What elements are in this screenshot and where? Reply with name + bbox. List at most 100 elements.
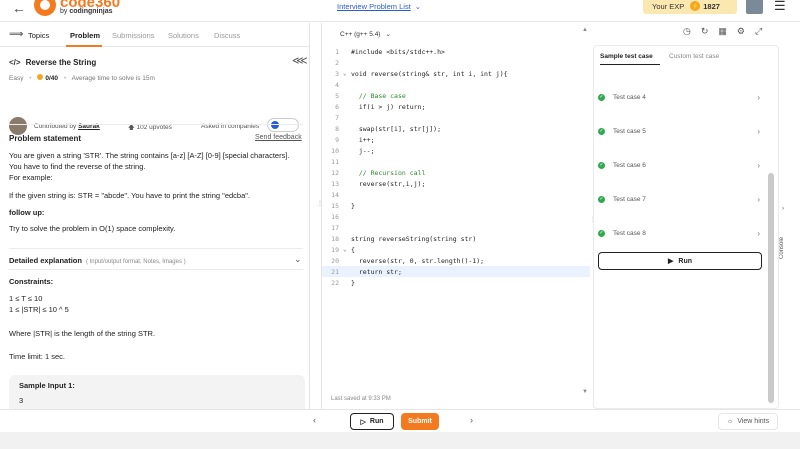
code-line[interactable]: 3 ⌄ void reverse(string& str, int i, int j… [322, 68, 590, 79]
code-text: return str; [351, 267, 402, 276]
check-icon: ✓ [598, 127, 605, 135]
submit-button[interactable]: Submit [401, 413, 439, 430]
tab-sample-test-case[interactable]: Sample test case [600, 53, 653, 60]
time-limit: Time limit: 1 sec. [9, 352, 65, 361]
play-outline-icon: ▷ [360, 418, 366, 426]
tab-topics[interactable]: Topics [28, 31, 49, 40]
code-line[interactable]: 2 [322, 57, 590, 68]
test-case-item[interactable]: ✓ Test case 5 › [598, 124, 760, 138]
code-line[interactable]: 4 [322, 79, 590, 90]
line-number: 11 [331, 157, 339, 166]
code-line[interactable]: 20 reverse(str, 0, str.length()-1); [322, 255, 590, 266]
interview-problem-list-link[interactable]: Interview Problem List ⌄ [337, 2, 421, 11]
line-number: 10 [331, 146, 339, 155]
back-arrow-icon[interactable]: ← [12, 0, 26, 16]
share-icon[interactable]: ⋘ [292, 54, 308, 67]
test-case-item[interactable]: ✓ Test case 7 › [598, 192, 760, 206]
company-logo-icon[interactable] [267, 118, 299, 132]
line-number: 9 [335, 135, 339, 144]
code-line[interactable]: 15} [322, 200, 590, 211]
tab-submissions[interactable]: Submissions [112, 31, 155, 40]
for-example-label: For example: [9, 173, 53, 182]
language-select[interactable]: C++ (g++ 5.4) ⌄ [334, 28, 397, 40]
test-case-item[interactable]: ✓ Test case 8 › [598, 226, 760, 240]
code-line[interactable]: 7 [322, 112, 590, 123]
prev-problem-icon[interactable]: ‹ [313, 415, 316, 425]
test-case-label: Test case 7 [613, 195, 646, 203]
code-text: j--; [351, 146, 375, 155]
coin-icon [37, 74, 44, 80]
code-line[interactable]: 12 // Recursion call [322, 167, 590, 178]
constraint-2: 1 ≤ |STR| ≤ 10 ^ 5 [9, 305, 69, 314]
send-feedback-link[interactable]: Send feedback [255, 134, 302, 141]
code-line[interactable]: 6 if(i > j) return; [322, 101, 590, 112]
code-text: if(i > j) return; [351, 102, 426, 111]
run-code-button[interactable]: ▷ Run [350, 413, 394, 430]
right-scrollbar[interactable] [767, 65, 774, 405]
code-line[interactable]: 10 j--; [322, 145, 590, 156]
code-line[interactable]: 13 reverse(str,i,j); [322, 178, 590, 189]
problem-meta: Easy • 0/40 • Average time to solve is 1… [9, 74, 155, 82]
fold-marker[interactable]: ⌄ [343, 70, 351, 77]
topics-arrow-icon[interactable]: ⟹ [9, 29, 23, 40]
scroll-down-icon[interactable]: ▼ [582, 389, 588, 395]
settings-icon[interactable]: ⚙ [737, 26, 755, 36]
reset-icon[interactable]: ↻ [701, 26, 719, 36]
chevron-left-icon[interactable]: › [782, 206, 784, 212]
hamburger-menu-icon[interactable]: ☰ [774, 0, 786, 14]
timer-icon[interactable]: ◷ [683, 26, 701, 36]
chevron-right-icon: › [757, 160, 760, 170]
code-line[interactable]: 5 // Base case [322, 90, 590, 101]
lightbulb-icon: ☼ [726, 418, 734, 425]
tab-solutions[interactable]: Solutions [168, 31, 199, 40]
check-icon: ✓ [598, 195, 605, 203]
chevron-down-icon[interactable]: ⌄ [294, 254, 302, 265]
code-line[interactable]: 19 ⌄{ [322, 244, 590, 255]
user-avatar[interactable] [746, 0, 763, 14]
tab-problem[interactable]: Problem [70, 31, 100, 40]
scroll-up-icon[interactable]: ▲ [582, 27, 588, 33]
follow-up-title: follow up: [9, 208, 45, 217]
chevron-down-icon: ⌄ [385, 31, 391, 38]
tab-discuss[interactable]: Discuss [214, 31, 240, 40]
test-case-item[interactable]: ✓ Test case 6 › [598, 158, 760, 172]
test-case-item[interactable]: ✓ Test case 4 › [598, 90, 760, 104]
statement-text: You are given a string 'STR'. The string… [9, 151, 290, 171]
code-line[interactable]: 8 swap(str[i], str[j]); [322, 123, 590, 134]
code-line[interactable]: 21 return str; [322, 266, 590, 277]
code-line[interactable]: 17 [322, 222, 590, 233]
left-scrollbar[interactable] [308, 53, 309, 409]
code-line[interactable]: 9 i++; [322, 134, 590, 145]
layout-icon[interactable]: ▦ [718, 26, 737, 36]
expand-icon[interactable]: ⤢ [755, 26, 772, 36]
code-line[interactable]: 18 string reverseString(string str) [322, 233, 590, 244]
run-button[interactable]: ▶ Run [598, 252, 762, 270]
code-line[interactable]: 16 [322, 211, 590, 222]
line-number: 8 [335, 124, 339, 133]
code-line[interactable]: 22} [322, 277, 590, 288]
brand-logo-icon[interactable] [34, 0, 56, 16]
follow-up-text: Try to solve the problem in O(1) space c… [9, 224, 176, 233]
last-saved: Last saved at 9:33 PM [331, 396, 391, 402]
code-text: swap(str[i], str[j]); [351, 124, 442, 133]
code-line[interactable]: 14 [322, 189, 590, 200]
line-number: 2 [335, 58, 339, 67]
active-tab-indicator [600, 64, 660, 65]
check-icon: ✓ [598, 229, 605, 237]
code-line[interactable]: 1 #include <bits/stdc++.h> [322, 46, 590, 57]
next-problem-icon[interactable]: › [470, 415, 473, 425]
tab-custom-test-case[interactable]: Custom test case [669, 53, 719, 60]
code-line[interactable]: 11 [322, 156, 590, 167]
panel-resize-handle[interactable]: ⋮ [317, 200, 323, 207]
code-editor[interactable]: C++ (g++ 5.4) ⌄ 1 #include <bits/stdc++.h>… [321, 23, 590, 409]
detailed-explanation[interactable]: Detailed explanation( Input/output forma… [9, 256, 186, 265]
problem-panel: ⟹ Topics Problem Submissions Solutions D… [0, 23, 310, 409]
console-toggle[interactable]: Console [779, 218, 793, 278]
exp-badge[interactable]: Your EXP ⚡ 1827 [643, 0, 737, 14]
fold-marker[interactable]: ⌄ [343, 246, 351, 253]
play-icon: ▶ [668, 258, 674, 265]
code-area[interactable]: 1 #include <bits/stdc++.h> 2 3 ⌄ void reverse… [322, 46, 590, 391]
code-text: string reverseString(string str) [351, 234, 477, 243]
constraints-title: Constraints: [9, 277, 54, 286]
view-hints-button[interactable]: ☼ View hints [718, 413, 778, 430]
